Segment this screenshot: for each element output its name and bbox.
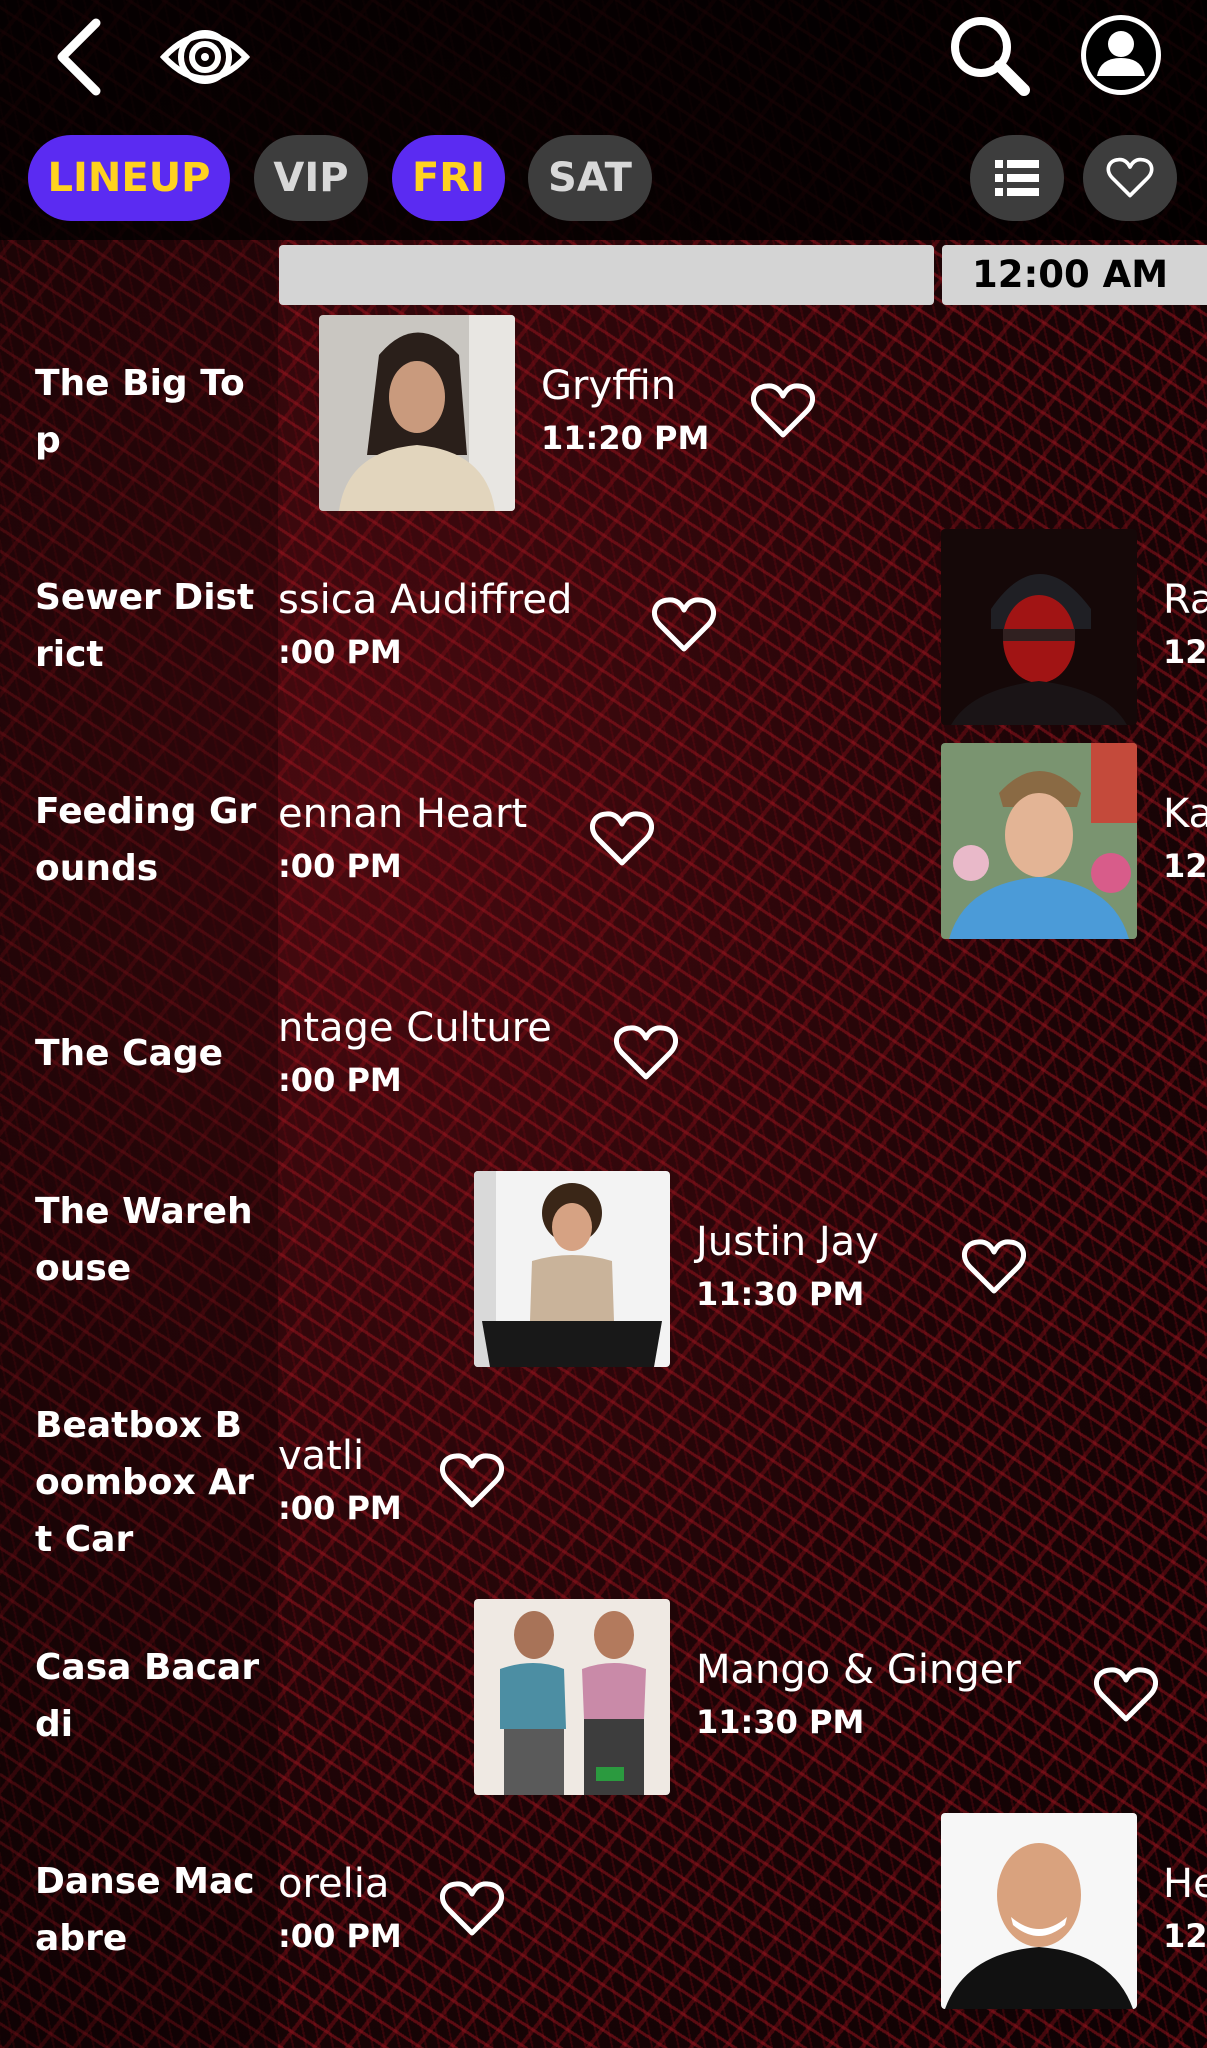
tab-fri[interactable]: FRI bbox=[392, 135, 505, 221]
heart-icon[interactable] bbox=[962, 1237, 1026, 1297]
set-time: 12 bbox=[1163, 633, 1207, 671]
artist-photo bbox=[941, 529, 1137, 725]
list-icon bbox=[995, 160, 1039, 196]
stage-name[interactable]: Sewer District bbox=[35, 569, 265, 683]
act-card[interactable]: Justin Jay 11:30 PM bbox=[474, 1171, 1034, 1371]
search-icon bbox=[951, 17, 1030, 96]
set-time: :00 PM bbox=[278, 847, 402, 885]
favorites-filter-button[interactable] bbox=[1083, 135, 1177, 221]
set-time: 12 bbox=[1163, 847, 1207, 885]
artist-name: Justin Jay bbox=[696, 1219, 879, 1265]
act-card[interactable]: ennan Heart :00 PM bbox=[278, 743, 678, 943]
heart-icon[interactable] bbox=[440, 1879, 504, 1939]
artist-name: ssica Audiffred bbox=[278, 577, 573, 623]
back-button[interactable] bbox=[40, 14, 120, 100]
schedule-grid: Gryffin 11:20 PM ssica Audiffred :00 PM … bbox=[278, 310, 1207, 2048]
profile-icon bbox=[1081, 15, 1161, 95]
set-time: 12 bbox=[1163, 1917, 1207, 1955]
eye-logo-icon bbox=[160, 30, 250, 84]
artist-photo bbox=[941, 743, 1137, 939]
list-view-button[interactable] bbox=[970, 135, 1064, 221]
set-time: :00 PM bbox=[278, 1489, 402, 1527]
set-time: :00 PM bbox=[278, 1061, 402, 1099]
act-card[interactable]: He 12 bbox=[941, 1813, 1207, 2013]
artist-name: Gryffin bbox=[541, 363, 677, 409]
set-time: :00 PM bbox=[278, 1917, 402, 1955]
artist-photo bbox=[941, 1813, 1137, 2009]
heart-icon[interactable] bbox=[614, 1023, 678, 1083]
stage-name[interactable]: Beatbox Boombox Art Car bbox=[35, 1397, 265, 1568]
set-time: 11:30 PM bbox=[696, 1275, 865, 1313]
artist-name: Ka bbox=[1163, 791, 1207, 837]
act-card[interactable]: ssica Audiffred :00 PM bbox=[278, 529, 718, 729]
artist-photo bbox=[474, 1171, 670, 1367]
stage-name[interactable]: The Cage bbox=[35, 1025, 265, 1082]
set-time: 11:30 PM bbox=[696, 1703, 865, 1741]
heart-icon[interactable] bbox=[751, 381, 815, 441]
artist-name: He bbox=[1163, 1861, 1207, 1907]
tab-lineup[interactable]: LINEUP bbox=[28, 135, 230, 221]
stage-name[interactable]: The Big Top bbox=[35, 355, 265, 469]
stage-column bbox=[0, 240, 278, 2048]
act-card[interactable]: Mango & Ginger 11:30 PM bbox=[474, 1599, 1174, 1799]
timeline-time-label: 12:00 AM bbox=[942, 245, 1207, 305]
search-button[interactable] bbox=[944, 10, 1034, 100]
stage-name[interactable]: The Warehouse bbox=[35, 1183, 265, 1297]
act-card[interactable]: ntage Culture :00 PM bbox=[278, 957, 698, 1157]
heart-icon[interactable] bbox=[440, 1451, 504, 1511]
set-time: :00 PM bbox=[278, 633, 402, 671]
act-card[interactable]: Ra 12 bbox=[941, 529, 1207, 729]
set-time: 11:20 PM bbox=[541, 419, 710, 457]
act-card[interactable]: Ka 12 bbox=[941, 743, 1207, 943]
artist-name: orelia bbox=[278, 1861, 390, 1907]
heart-icon bbox=[1106, 157, 1154, 198]
act-card[interactable]: orelia :00 PM bbox=[278, 1813, 518, 2013]
timeline-bar[interactable] bbox=[279, 245, 934, 305]
act-card[interactable]: Gryffin 11:20 PM bbox=[319, 315, 839, 515]
eye-logo[interactable] bbox=[160, 12, 250, 102]
stage-name[interactable]: Casa Bacardi bbox=[35, 1639, 265, 1753]
artist-name: Ra bbox=[1163, 577, 1207, 623]
artist-photo bbox=[319, 315, 515, 511]
back-chevron-icon bbox=[57, 18, 101, 96]
heart-icon[interactable] bbox=[652, 595, 716, 655]
stage-name[interactable]: Danse Macabre bbox=[35, 1853, 265, 1967]
artist-name: Mango & Ginger bbox=[696, 1647, 1021, 1693]
tab-sat[interactable]: SAT bbox=[528, 135, 652, 221]
artist-name: ennan Heart bbox=[278, 791, 528, 837]
heart-icon[interactable] bbox=[590, 809, 654, 869]
act-card[interactable]: vatli :00 PM bbox=[278, 1385, 518, 1585]
artist-photo bbox=[474, 1599, 670, 1795]
profile-button[interactable] bbox=[1076, 10, 1166, 100]
stage-name[interactable]: Feeding Grounds bbox=[35, 783, 265, 897]
heart-icon[interactable] bbox=[1094, 1665, 1158, 1725]
artist-name: vatli bbox=[278, 1433, 365, 1479]
artist-name: ntage Culture bbox=[278, 1005, 552, 1051]
tab-vip[interactable]: VIP bbox=[254, 135, 368, 221]
